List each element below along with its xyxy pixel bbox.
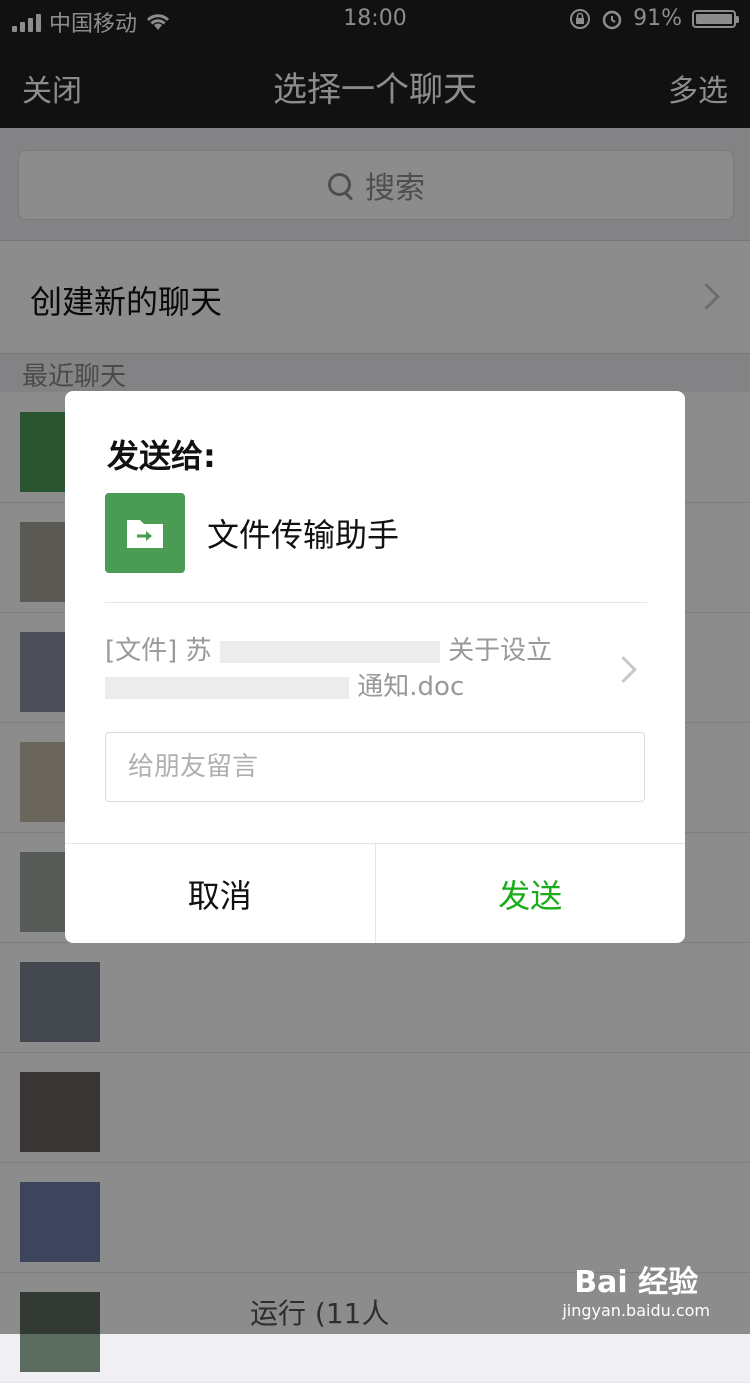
file-line-2: 通知.doc	[105, 669, 585, 705]
recipient: 文件传输助手	[105, 493, 399, 573]
file-name-start: [文件] 苏	[105, 636, 212, 666]
file-name-end: 通知.doc	[357, 672, 465, 702]
send-dialog: 发送给: 文件传输助手 [文件] 苏 关于设立 通知.doc 取消 发送	[65, 391, 685, 943]
redacted-block	[219, 640, 440, 663]
baidu-watermark: Bai 经验 jingyan.baidu.com	[562, 1257, 710, 1320]
recipient-name: 文件传输助手	[207, 516, 400, 554]
send-button[interactable]: 发送	[376, 844, 686, 943]
message-input[interactable]	[105, 732, 645, 802]
file-line-1: [文件] 苏 关于设立	[105, 633, 585, 669]
watermark-brand: Bai 经验	[574, 1265, 699, 1300]
file-name-part: 关于设立	[448, 636, 553, 666]
watermark-url: jingyan.baidu.com	[562, 1301, 710, 1320]
file-preview[interactable]: [文件] 苏 关于设立 通知.doc	[105, 633, 585, 705]
chevron-right-icon	[610, 656, 637, 683]
redacted-block	[105, 676, 349, 699]
cancel-button[interactable]: 取消	[65, 844, 376, 943]
file-transfer-icon	[105, 493, 185, 573]
dialog-actions: 取消 发送	[65, 843, 685, 943]
dialog-title: 发送给:	[107, 437, 216, 475]
divider	[105, 602, 647, 603]
